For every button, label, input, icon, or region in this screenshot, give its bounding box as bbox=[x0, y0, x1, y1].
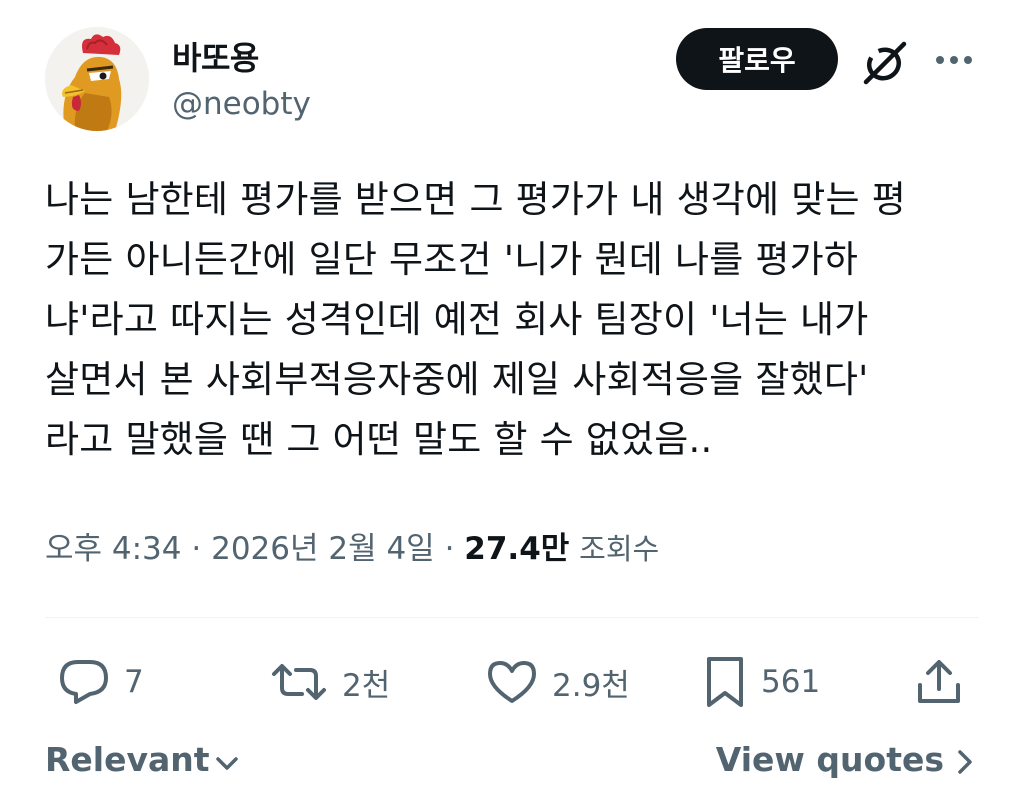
view-quotes-link[interactable]: View quotes bbox=[716, 740, 976, 779]
meta-separator: · bbox=[191, 531, 202, 567]
tweet-line: 가든 아니든간에 일단 무조건 '니가 뭔데 나를 평가하 bbox=[45, 238, 859, 281]
tweet-date[interactable]: 2026년 2월 4일 bbox=[211, 531, 435, 567]
tweet-detail: 바또용 @neobty 팔로우 나는 남한테 평가를 받으면 그 평가가 내 생… bbox=[0, 0, 1024, 790]
repost-button[interactable]: 2천 bbox=[270, 654, 390, 710]
tweet-meta: 오후 4:34 · 2026년 2월 4일 · 27.4만 조회수 bbox=[45, 523, 659, 568]
grok-icon[interactable] bbox=[862, 40, 908, 86]
more-icon[interactable] bbox=[932, 45, 976, 75]
rooster-avatar-icon bbox=[45, 27, 149, 131]
avatar[interactable] bbox=[45, 27, 149, 131]
chevron-right-icon bbox=[958, 749, 972, 774]
views-count: 27.4만 bbox=[464, 531, 570, 567]
sort-label: Relevant bbox=[45, 740, 210, 779]
repost-icon bbox=[272, 664, 326, 700]
tweet-line: 냐'라고 따지는 성격인데 예전 회사 팀장이 '너는 내가 bbox=[45, 298, 869, 341]
tweet-line: 살면서 본 사회부적응자중에 제일 사회적응을 잘했다' bbox=[45, 358, 869, 401]
meta-separator: · bbox=[444, 531, 455, 567]
user-handle[interactable]: @neobty bbox=[172, 86, 311, 122]
display-name[interactable]: 바또용 bbox=[172, 33, 259, 79]
like-icon bbox=[488, 661, 536, 703]
bookmark-count: 561 bbox=[761, 664, 821, 700]
divider bbox=[45, 617, 979, 618]
sort-dropdown[interactable]: Relevant bbox=[45, 740, 240, 779]
tweet-text: 나는 남한테 평가를 받으면 그 평가가 내 생각에 맞는 평 가든 아니든간에… bbox=[45, 170, 985, 470]
share-icon bbox=[918, 660, 960, 703]
bookmark-icon bbox=[707, 657, 743, 707]
tweet-line: 나는 남한테 평가를 받으면 그 평가가 내 생각에 맞는 평 bbox=[45, 178, 906, 221]
bookmark-button[interactable]: 561 bbox=[703, 654, 820, 710]
reply-icon bbox=[60, 660, 108, 704]
repost-count: 2천 bbox=[342, 667, 391, 704]
views-label: 조회수 bbox=[579, 532, 660, 566]
follow-button[interactable]: 팔로우 bbox=[676, 28, 838, 90]
chevron-down-icon bbox=[215, 756, 238, 770]
like-count: 2.9천 bbox=[552, 667, 630, 704]
tweet-line: 라고 말했을 땐 그 어떤 말도 할 수 없었음.. bbox=[45, 418, 713, 461]
view-quotes-label: View quotes bbox=[715, 740, 944, 779]
tweet-time[interactable]: 오후 4:34 bbox=[45, 531, 182, 567]
like-button[interactable]: 2.9천 bbox=[486, 654, 630, 710]
share-button[interactable] bbox=[914, 654, 964, 710]
reply-count: 7 bbox=[124, 664, 144, 700]
reply-button[interactable]: 7 bbox=[58, 654, 144, 710]
